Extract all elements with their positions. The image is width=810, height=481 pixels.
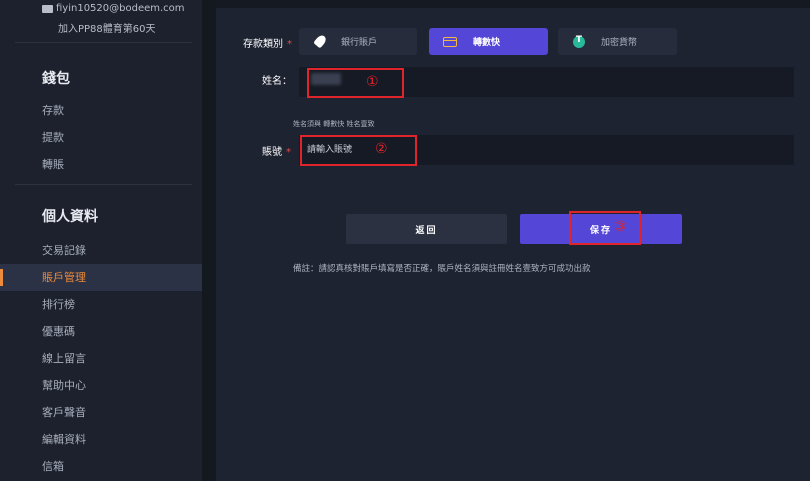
- sidebar-item-deposit[interactable]: 存款: [0, 97, 202, 124]
- annotation-number-3: ③: [614, 219, 627, 235]
- sidebar-item-transfer[interactable]: 轉賬: [0, 151, 202, 178]
- sidebar-item-edit-profile[interactable]: 編輯資料: [0, 426, 202, 453]
- sidebar-item-online-message[interactable]: 線上留言: [0, 345, 202, 372]
- user-email: fiyin10520@bodeem.com: [42, 3, 185, 14]
- sidebar-item-transactions[interactable]: 交易記錄: [0, 237, 202, 264]
- deposit-type-label-text: 存款類別: [243, 39, 283, 50]
- divider: [15, 42, 192, 43]
- sidebar-item-withdraw[interactable]: 提款: [0, 124, 202, 151]
- type-bank-account-label: 銀行賬戶: [341, 38, 378, 48]
- type-fps-button[interactable]: 轉數快: [429, 28, 548, 55]
- account-label-text: 賬號: [262, 147, 282, 158]
- required-mark: *: [286, 147, 291, 158]
- tether-icon: [573, 35, 585, 48]
- account-label: 賬號 *: [262, 143, 291, 158]
- sidebar-item-help-center[interactable]: 幫助中心: [0, 372, 202, 399]
- sidebar-item-promo-code[interactable]: 優惠碼: [0, 318, 202, 345]
- mail-icon: [42, 4, 53, 13]
- divider: [15, 184, 192, 185]
- deposit-type-label: 存款類別 *: [243, 35, 292, 50]
- member-days: 加入PP88體育第60天: [58, 24, 156, 35]
- section-title-wallet: 錢包: [42, 71, 70, 87]
- user-email-text: fiyin10520@bodeem.com: [56, 3, 185, 14]
- type-bank-account-button[interactable]: 銀行賬戶: [299, 28, 417, 55]
- type-crypto-label: 加密貨幣: [601, 38, 638, 48]
- required-mark: *: [287, 39, 292, 50]
- annotation-number-1: ①: [366, 74, 379, 90]
- sidebar-item-leaderboard[interactable]: 排行榜: [0, 291, 202, 318]
- sidebar-item-customer-voice[interactable]: 客戶聲音: [0, 399, 202, 426]
- name-label: 姓名：: [262, 76, 292, 87]
- sidebar: fiyin10520@bodeem.com 加入PP88體育第60天 錢包 存款…: [0, 0, 202, 481]
- annotation-number-2: ②: [375, 141, 388, 157]
- type-fps-label: 轉數快: [473, 38, 501, 48]
- annotation-box-2: [300, 135, 417, 166]
- top-bar: [216, 0, 810, 8]
- rocket-icon: [313, 35, 327, 49]
- back-button[interactable]: 返回: [346, 214, 507, 244]
- annotation-box-1: [307, 68, 404, 98]
- sidebar-item-account-management[interactable]: 賬戶管理: [0, 264, 202, 291]
- gutter: [202, 0, 216, 481]
- card-icon: [443, 36, 457, 47]
- note-text: 備註：請認真核對賬戶填寫是否正確，賬戶姓名須與註冊姓名壹致方可成功出款: [293, 264, 591, 274]
- name-hint: 姓名須與 轉數快 姓名壹致: [293, 120, 375, 128]
- annotation-box-3: [569, 211, 641, 245]
- sidebar-item-mailbox[interactable]: 信箱: [0, 453, 202, 480]
- type-crypto-button[interactable]: 加密貨幣: [558, 28, 677, 55]
- section-title-profile: 個人資料: [42, 209, 98, 225]
